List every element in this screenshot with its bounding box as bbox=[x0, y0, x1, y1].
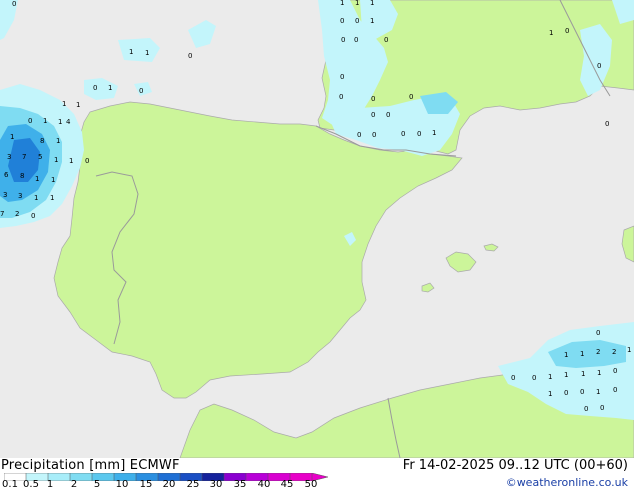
credit-link[interactable]: ©weatheronline.co.uk bbox=[506, 476, 628, 489]
precip-value-label: 1 bbox=[10, 133, 14, 141]
legend-tick-label: 30 bbox=[209, 479, 223, 490]
legend-tick-label: 0.1 bbox=[2, 479, 18, 490]
precip-value-label: 0 bbox=[85, 157, 89, 165]
precip-value-label: 0 bbox=[565, 27, 569, 35]
precip-value-label: 0 bbox=[584, 405, 588, 413]
precip-value-label: 1 bbox=[548, 373, 552, 381]
precip-value-label: 2 bbox=[15, 210, 19, 218]
precip-value-label: 0 bbox=[93, 84, 97, 92]
precip-value-label: 0 bbox=[417, 130, 421, 138]
precip-value-label: 1 bbox=[50, 194, 54, 202]
precip-value-label: 2 bbox=[612, 348, 616, 356]
precip-value-label: 1 bbox=[51, 176, 55, 184]
legend-tick-label: 2 bbox=[70, 479, 78, 490]
precip-value-label: 1 bbox=[355, 0, 359, 7]
precip-value-label: 0 bbox=[600, 404, 604, 412]
precip-value-label: 1 bbox=[129, 48, 133, 56]
legend-tick-label: 50 bbox=[304, 479, 318, 490]
precip-value-label: 0 bbox=[12, 0, 16, 8]
precip-value-label: 4 bbox=[66, 118, 71, 126]
precip-value-label: 8 bbox=[20, 172, 24, 180]
precip-value-label: 1 bbox=[432, 129, 436, 137]
legend-tick-label: 0.5 bbox=[23, 479, 39, 490]
legend-tick-label: 5 bbox=[93, 479, 101, 490]
precip-value-label: 1 bbox=[56, 137, 60, 145]
precip-value-label: 1 bbox=[69, 157, 73, 165]
precip-value-label: 3 bbox=[18, 192, 22, 200]
precip-value-label: 0 bbox=[580, 388, 584, 396]
forecast-time: Fr 14-02-2025 09..12 UTC (00+60) bbox=[402, 458, 628, 473]
precip-value-label: 0 bbox=[597, 62, 601, 70]
precip-value-label: 0 bbox=[532, 374, 536, 382]
precip-value-label: 0 bbox=[409, 93, 413, 101]
precip-value-label: 0 bbox=[340, 17, 344, 25]
precip-value-label: 1 bbox=[340, 0, 344, 7]
precip-value-label: 5 bbox=[38, 153, 42, 161]
precip-value-label: 0 bbox=[564, 389, 568, 397]
precip-value-label: 1 bbox=[597, 369, 601, 377]
precip-value-label: 0 bbox=[355, 17, 359, 25]
legend-tick-label: 35 bbox=[233, 479, 247, 490]
map-title: Precipitation [mm] ECMWF bbox=[1, 458, 180, 473]
precip-value-label: 0 bbox=[28, 117, 32, 125]
legend-tick-label: 45 bbox=[280, 479, 294, 490]
precip-value-label: 6 bbox=[4, 171, 9, 179]
precip-value-label: 0 bbox=[339, 93, 343, 101]
precip-value-label: 0 bbox=[31, 212, 35, 220]
precip-value-label: 1 bbox=[62, 100, 66, 108]
precip-value-label: 0 bbox=[340, 73, 344, 81]
precip-value-label: 1 bbox=[370, 17, 374, 25]
precip-value-label: 2 bbox=[596, 348, 600, 356]
precip-value-label: 0 bbox=[372, 131, 376, 139]
precip-value-label: 0 bbox=[139, 87, 143, 95]
precip-value-label: 1 bbox=[76, 101, 80, 109]
precip-value-label: 7 bbox=[22, 153, 26, 161]
precip-value-label: 1 bbox=[548, 390, 552, 398]
precip-value-label: 1 bbox=[596, 388, 600, 396]
precip-value-label: 8 bbox=[40, 137, 44, 145]
precip-value-label: 0 bbox=[357, 131, 361, 139]
precip-value-label: 0 bbox=[188, 52, 192, 60]
legend-tick-label: 40 bbox=[257, 479, 271, 490]
precip-value-label: 7 bbox=[0, 210, 4, 218]
precip-value-label: 0 bbox=[605, 120, 609, 128]
precip-value-label: 3 bbox=[3, 191, 7, 199]
precip-value-label: 0 bbox=[613, 386, 617, 394]
precip-value-label: 0 bbox=[371, 111, 375, 119]
precip-value-label: 1 bbox=[108, 84, 112, 92]
precip-value-label: 3 bbox=[7, 153, 11, 161]
legend-tick-label: 25 bbox=[186, 479, 200, 490]
precip-value-label: 1 bbox=[370, 0, 374, 7]
precip-value-label: 0 bbox=[511, 374, 515, 382]
precip-value-label: 1 bbox=[35, 175, 39, 183]
precip-value-label: 0 bbox=[341, 36, 345, 44]
precip-value-label: 1 bbox=[54, 156, 58, 164]
legend-ticks: 0.1 0.5 1 2 5 10 15 20 25 30 35 40 45 50 bbox=[0, 480, 330, 490]
precip-value-label: 0 bbox=[384, 36, 388, 44]
precip-value-label: 1 bbox=[34, 194, 38, 202]
precip-value-label: 1 bbox=[564, 371, 568, 379]
precip-value-label: 1 bbox=[580, 350, 584, 358]
legend-tick-label: 1 bbox=[46, 479, 54, 490]
precip-value-label: 0 bbox=[596, 329, 600, 337]
map-footer: Precipitation [mm] ECMWF Fr 14-02-2025 0… bbox=[0, 458, 634, 490]
precip-value-label: 1 bbox=[627, 346, 631, 354]
legend-tick-label: 15 bbox=[139, 479, 153, 490]
precip-value-label: 0 bbox=[401, 130, 405, 138]
precip-value-label: 1 bbox=[145, 49, 149, 57]
precip-value-label: 1 bbox=[58, 118, 62, 126]
precip-value-label: 0 bbox=[613, 367, 617, 375]
precip-value-label: 0 bbox=[354, 36, 358, 44]
legend-tick-label: 10 bbox=[115, 479, 129, 490]
precip-value-label: 1 bbox=[564, 351, 568, 359]
legend-tick-label: 20 bbox=[162, 479, 176, 490]
precipitation-map: 0 1 1 1 0 0 1 0 0 1 0 0 1 1 0 0 0 0 1 0 … bbox=[0, 0, 634, 458]
precip-value-label: 0 bbox=[371, 95, 375, 103]
precip-value-label: 0 bbox=[386, 111, 390, 119]
precip-value-label: 1 bbox=[43, 117, 47, 125]
precip-value-label: 1 bbox=[581, 370, 585, 378]
precip-value-label: 1 bbox=[549, 29, 553, 37]
